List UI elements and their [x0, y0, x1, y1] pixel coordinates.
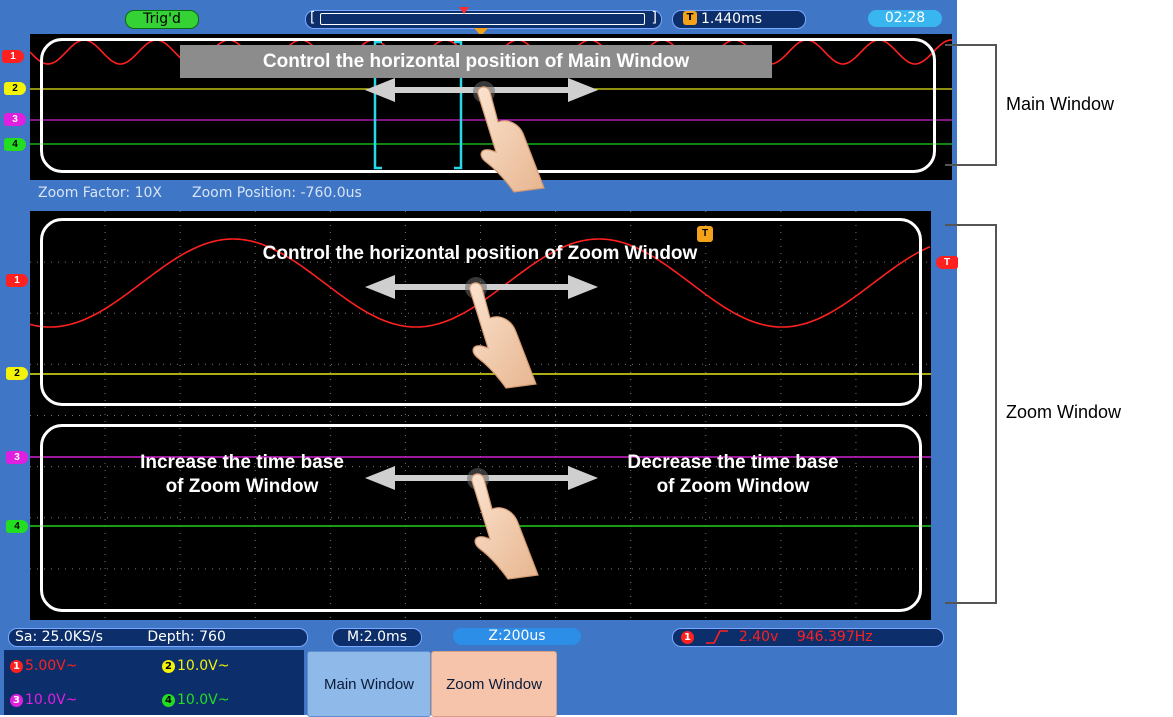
gesture-overlay — [365, 78, 598, 580]
hand-pointer-icon — [465, 277, 537, 389]
main-window-label: Main Window — [1006, 94, 1115, 114]
zoom-window-bracket — [945, 224, 997, 604]
main-window-bracket — [945, 44, 997, 166]
hand-pointer-icon — [467, 468, 539, 580]
hand-pointer-icon — [473, 81, 545, 193]
zoom-window-label: Zoom Window — [1006, 402, 1122, 422]
